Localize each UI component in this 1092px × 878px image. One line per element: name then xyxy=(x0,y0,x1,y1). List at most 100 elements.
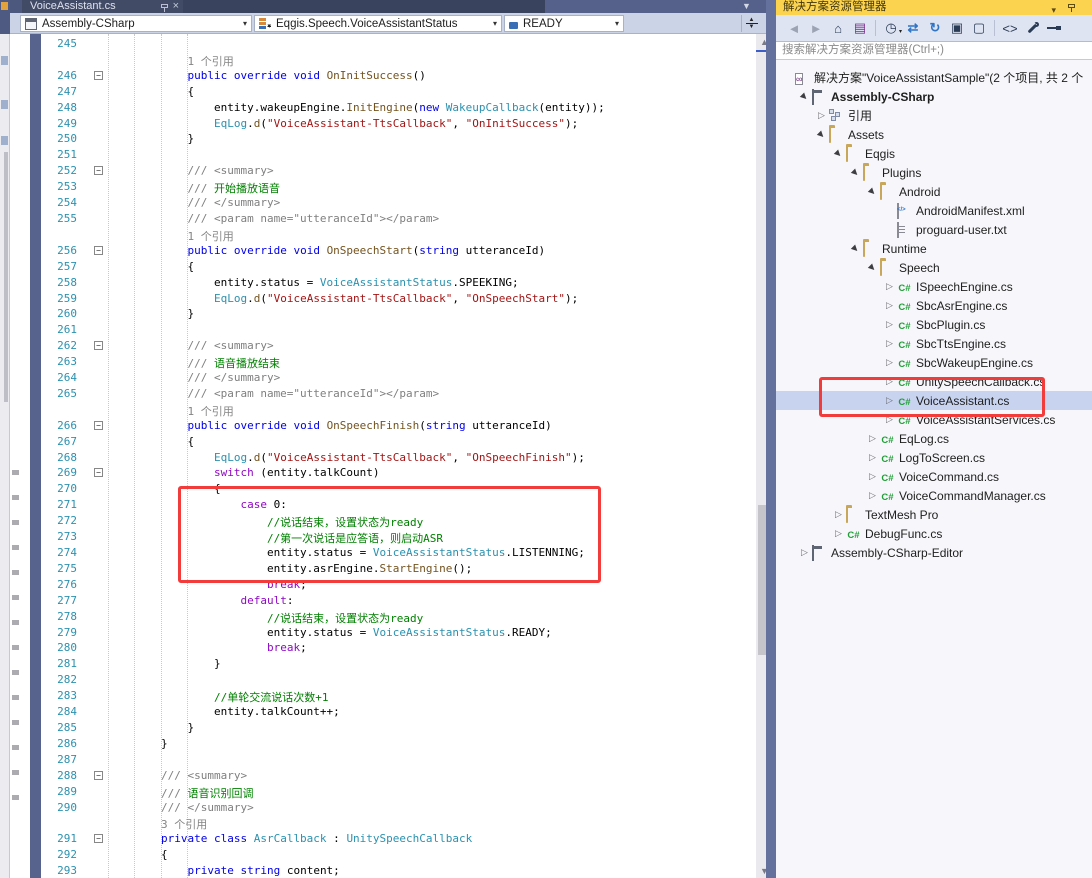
close-icon[interactable]: × xyxy=(173,1,179,12)
tree-item[interactable]: ▶Speech xyxy=(776,258,1092,277)
collapsed-arrow-icon[interactable]: ▷ xyxy=(865,471,880,482)
panel-title-bar[interactable]: 解决方案资源管理器 ▾ xyxy=(776,0,1092,15)
tree-item[interactable]: ▶Plugins xyxy=(776,163,1092,182)
csharp-file-icon: C# xyxy=(897,320,912,333)
tree-item[interactable]: ▷C#LogToScreen.cs xyxy=(776,448,1092,467)
reload-icon[interactable]: ↻ xyxy=(925,19,945,37)
document-tab[interactable]: VoiceAssistant.cs × xyxy=(22,0,183,13)
tree-item[interactable]: ▷C#ISpeechEngine.cs xyxy=(776,277,1092,296)
expanded-arrow-icon[interactable]: ▶ xyxy=(864,183,881,200)
fold-collapse-icon[interactable]: − xyxy=(94,421,103,430)
tree-item[interactable]: ▷C#SbcWakeupEngine.cs xyxy=(776,353,1092,372)
line-number: 275 xyxy=(41,562,77,575)
tree-item[interactable]: ▶Assembly-CSharp xyxy=(776,87,1092,106)
tree-item[interactable]: ▷Assembly-CSharp-Editor xyxy=(776,543,1092,562)
tree-item[interactable]: ▷C#VoiceCommand.cs xyxy=(776,467,1092,486)
expanded-arrow-icon[interactable]: ▶ xyxy=(864,259,881,276)
solution-icon: ∞ xyxy=(795,73,803,85)
tree-item[interactable]: ▶Android xyxy=(776,182,1092,201)
expanded-arrow-icon[interactable]: ▶ xyxy=(813,126,830,143)
search-input[interactable]: 搜索解决方案资源管理器(Ctrl+;) xyxy=(776,41,1092,60)
project-dropdown[interactable]: Assembly-CSharp ▾ xyxy=(20,15,252,32)
collapsed-arrow-icon[interactable]: ▷ xyxy=(882,414,897,425)
sync-active-document-icon[interactable]: ▤ xyxy=(850,19,870,37)
expanded-arrow-icon[interactable]: ▶ xyxy=(847,240,864,257)
home-icon[interactable]: ⌂ xyxy=(828,19,848,37)
fold-collapse-icon[interactable]: − xyxy=(94,166,103,175)
code-editor[interactable]: 245 1 个引用246− public override void OnIni… xyxy=(10,34,746,878)
line-number: 271 xyxy=(41,498,77,511)
code-line: 270 { xyxy=(10,481,746,497)
tree-item[interactable]: ∞解决方案"VoiceAssistantSample"(2 个项目, 共 2 个 xyxy=(776,68,1092,87)
collapsed-arrow-icon[interactable]: ▷ xyxy=(814,110,829,121)
collapsed-arrow-icon[interactable]: ▷ xyxy=(882,338,897,349)
fold-collapse-icon[interactable]: − xyxy=(94,468,103,477)
tree-item[interactable]: ▶Assets xyxy=(776,125,1092,144)
view-code-icon[interactable]: <> xyxy=(1000,19,1020,37)
collapsed-arrow-icon[interactable]: ▷ xyxy=(882,300,897,311)
fold-collapse-icon[interactable]: − xyxy=(94,341,103,350)
pane-splitter[interactable] xyxy=(766,0,776,878)
tree-item[interactable]: ▷TextMesh Pro xyxy=(776,505,1092,524)
tree-item[interactable]: ▷C#UnitySpeechCallback.cs xyxy=(776,372,1092,391)
tree-item[interactable]: AndroidManifest.xml xyxy=(776,201,1092,220)
tree-item[interactable]: ▷C#DebugFunc.cs xyxy=(776,524,1092,543)
tree-item[interactable]: ▷C#VoiceAssistant.cs xyxy=(776,391,1092,410)
tree-item[interactable]: ▶Eqgis xyxy=(776,144,1092,163)
strip-scrollbar[interactable] xyxy=(4,152,8,402)
tree-item[interactable]: ▷C#VoiceAssistantServices.cs xyxy=(776,410,1092,429)
collapse-all-icon[interactable] xyxy=(1044,19,1064,37)
collapsed-arrow-icon[interactable]: ▷ xyxy=(797,547,812,558)
expanded-arrow-icon[interactable]: ▶ xyxy=(847,164,864,181)
collapsed-arrow-icon[interactable]: ▷ xyxy=(831,509,846,520)
tree-item[interactable]: ▷C#SbcPlugin.cs xyxy=(776,315,1092,334)
collapsed-arrow-icon[interactable]: ▷ xyxy=(882,376,897,387)
collapsed-arrow-icon[interactable]: ▷ xyxy=(882,357,897,368)
type-dropdown[interactable]: ▾ Eqgis.Speech.VoiceAssistantStatus ▾ xyxy=(254,15,502,32)
split-window-button[interactable]: ▲▼ xyxy=(741,15,761,32)
collapsed-arrow-icon[interactable]: ▷ xyxy=(882,319,897,330)
tree-item[interactable]: ▷引用 xyxy=(776,106,1092,125)
collapsed-arrow-icon[interactable]: ▷ xyxy=(882,395,897,406)
csharp-file-icon: C# xyxy=(897,396,912,409)
refresh-icon[interactable]: ⇄ xyxy=(903,19,923,37)
line-number: 293 xyxy=(41,864,77,877)
fold-collapse-icon[interactable]: − xyxy=(94,771,103,780)
pin-icon[interactable] xyxy=(1067,3,1077,12)
tree-item[interactable]: ▷C#SbcTtsEngine.cs xyxy=(776,334,1092,353)
tree-item[interactable]: ▶Runtime xyxy=(776,239,1092,258)
code-line: 293 private string content; xyxy=(10,863,746,878)
collapsed-arrow-icon[interactable]: ▷ xyxy=(831,528,846,539)
properties-wrench-icon[interactable] xyxy=(1022,19,1042,37)
history-filter-icon[interactable]: ◷▾ xyxy=(881,19,901,37)
fold-collapse-icon[interactable]: − xyxy=(94,834,103,843)
code-line: 280 break; xyxy=(10,640,746,656)
expanded-arrow-icon[interactable]: ▶ xyxy=(796,88,813,105)
collapsed-arrow-icon[interactable]: ▷ xyxy=(865,452,880,463)
collapsed-arrow-icon[interactable]: ▷ xyxy=(865,490,880,501)
navigation-bar: Assembly-CSharp ▾ ▾ Eqgis.Speech.VoiceAs… xyxy=(10,13,766,34)
expanded-arrow-icon[interactable]: ▶ xyxy=(830,145,847,162)
tab-list-dropdown-icon[interactable]: ▼ xyxy=(742,1,751,11)
collapsed-arrow-icon[interactable]: ▷ xyxy=(882,281,897,292)
tree-item[interactable]: ▷C#SbcAsrEngine.cs xyxy=(776,296,1092,315)
show-all-files-icon[interactable]: ▢ xyxy=(969,19,989,37)
code-line: 264 /// </summary> xyxy=(10,370,746,386)
copy-pages-icon[interactable]: ▣ xyxy=(947,19,967,37)
member-dropdown[interactable]: READY ▾ xyxy=(504,15,624,32)
fold-collapse-icon[interactable]: − xyxy=(94,71,103,80)
tree-item[interactable]: ▷C#VoiceCommandManager.cs xyxy=(776,486,1092,505)
chevron-down-icon: ▾ xyxy=(235,19,247,28)
forward-icon[interactable]: ► xyxy=(806,19,826,37)
back-icon[interactable]: ◄ xyxy=(784,19,804,37)
fold-collapse-icon[interactable]: − xyxy=(94,246,103,255)
tree-item[interactable]: proguard-user.txt xyxy=(776,220,1092,239)
project-icon xyxy=(812,89,814,105)
line-number: 249 xyxy=(41,117,77,130)
line-number: 279 xyxy=(41,626,77,639)
collapsed-arrow-icon[interactable]: ▷ xyxy=(865,433,880,444)
csharp-file-icon: C# xyxy=(897,358,912,371)
strip-icon xyxy=(1,56,8,65)
tree-item[interactable]: ▷C#EqLog.cs xyxy=(776,429,1092,448)
pin-icon[interactable] xyxy=(160,3,170,12)
